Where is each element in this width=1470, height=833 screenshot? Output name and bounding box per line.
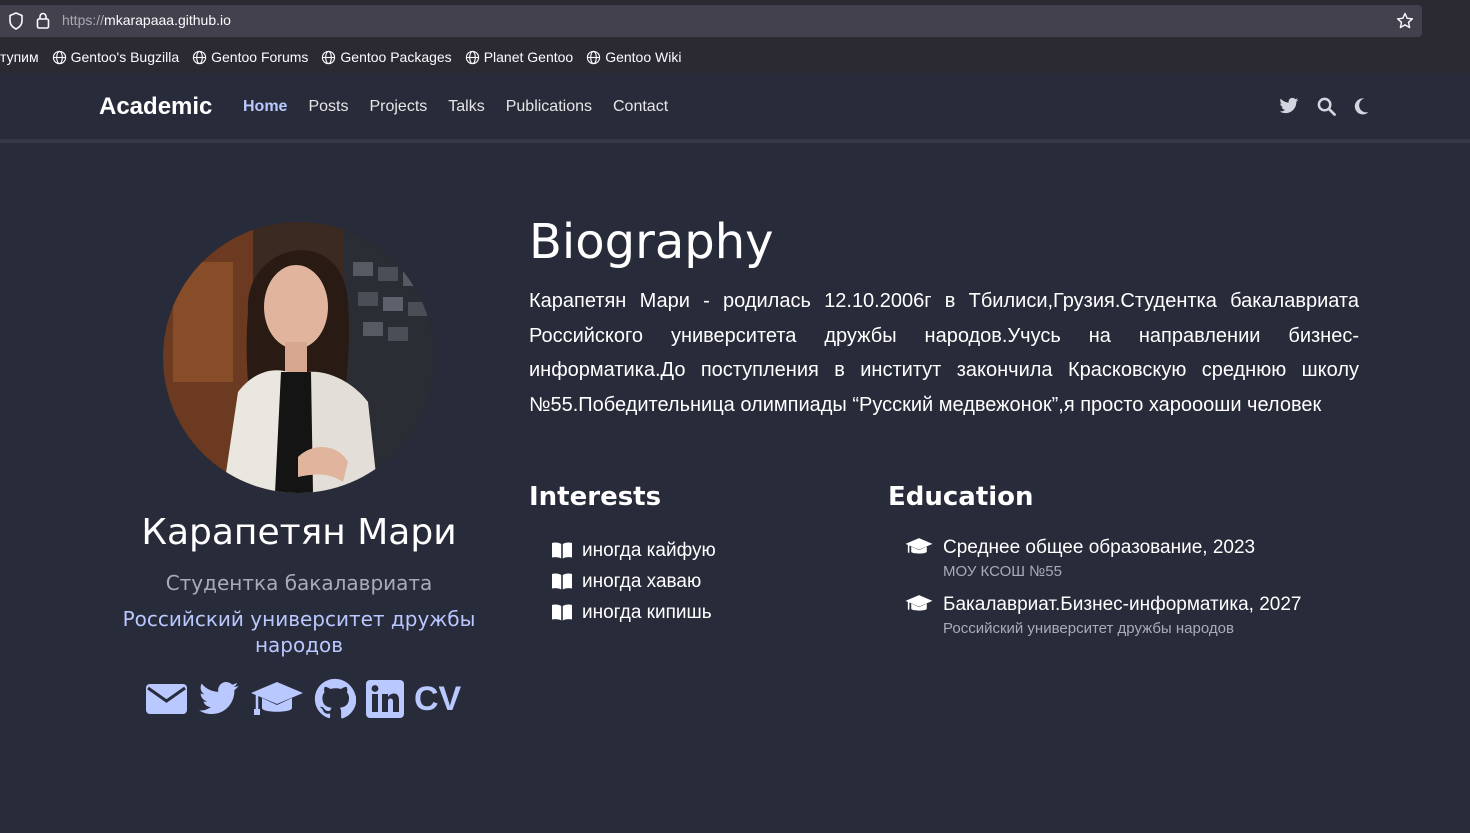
list-item: иногда хаваю bbox=[551, 566, 716, 597]
bookmarks-bar: тупим Gentoo's Bugzilla Gentoo Forums Ge… bbox=[0, 44, 694, 70]
education-institution: МОУ КСОШ №55 bbox=[943, 563, 1062, 580]
globe-icon bbox=[52, 50, 66, 64]
url-bar[interactable]: https://mkarapaaa.github.io bbox=[0, 5, 1422, 37]
book-icon bbox=[552, 573, 572, 590]
url-text[interactable]: https://mkarapaaa.github.io bbox=[62, 12, 231, 28]
interests-title: Interests bbox=[529, 482, 662, 512]
star-icon[interactable] bbox=[1396, 12, 1414, 30]
biography-text: Карапетян Мари - родилась 12.10.2006г в … bbox=[529, 290, 1359, 416]
envelope-icon[interactable] bbox=[145, 682, 188, 716]
bookmark-label: Gentoo Forums bbox=[211, 49, 309, 65]
nav-icons bbox=[1279, 97, 1370, 116]
nav-home[interactable]: Home bbox=[243, 98, 287, 116]
nav-links: Home Posts Projects Talks Publications C… bbox=[243, 98, 689, 116]
site-navbar: Academic Home Posts Projects Talks Publi… bbox=[0, 73, 1470, 143]
education-title: Education bbox=[888, 482, 1034, 512]
graduation-cap-icon bbox=[905, 538, 933, 554]
moon-icon[interactable] bbox=[1354, 97, 1370, 115]
bookmark-label: Planet Gentoo bbox=[483, 49, 574, 65]
globe-icon bbox=[587, 50, 601, 64]
list-item: иногда кипишь bbox=[551, 597, 716, 628]
book-icon bbox=[552, 604, 572, 621]
profile-role: Студентка бакалавриата bbox=[165, 571, 433, 595]
list-item: Среднее общее образование, 2023 МОУ КСОШ… bbox=[905, 535, 1302, 583]
globe-icon bbox=[322, 50, 336, 64]
nav-talks[interactable]: Talks bbox=[448, 98, 484, 116]
shield-icon[interactable] bbox=[8, 12, 24, 30]
interest-label: иногда кипишь bbox=[582, 601, 712, 623]
bookmark-label: тупим bbox=[0, 49, 39, 65]
nav-posts[interactable]: Posts bbox=[308, 98, 348, 116]
lock-icon[interactable] bbox=[36, 12, 50, 29]
twitter-icon[interactable] bbox=[198, 681, 240, 717]
search-icon[interactable] bbox=[1317, 97, 1336, 116]
book-icon bbox=[552, 542, 572, 559]
graduation-cap-icon bbox=[905, 595, 933, 611]
profile-organization[interactable]: Российский университет дружбы народов bbox=[99, 606, 499, 658]
bookmark-item[interactable]: Gentoo Forums bbox=[192, 49, 308, 65]
url-host: mkarapaaa.github.io bbox=[104, 12, 231, 28]
education-course: Бакалавриат.Бизнес-информатика, 2027 bbox=[943, 594, 1302, 615]
bookmark-label: Gentoo Wiki bbox=[605, 49, 682, 65]
interest-label: иногда хаваю bbox=[582, 570, 702, 592]
nav-publications[interactable]: Publications bbox=[506, 98, 592, 116]
linkedin-icon[interactable] bbox=[366, 680, 404, 718]
list-item: иногда кайфую bbox=[551, 535, 716, 566]
biography-title: Biography bbox=[529, 214, 774, 270]
bookmark-label: Gentoo Packages bbox=[340, 49, 452, 65]
nav-projects[interactable]: Projects bbox=[369, 98, 427, 116]
bookmark-item[interactable]: тупим bbox=[0, 49, 39, 65]
cv-link[interactable]: CV bbox=[414, 679, 461, 719]
graduation-cap-icon[interactable] bbox=[250, 680, 304, 718]
nav-contact[interactable]: Contact bbox=[613, 98, 668, 116]
twitter-icon[interactable] bbox=[1279, 97, 1299, 115]
education-list: Среднее общее образование, 2023 МОУ КСОШ… bbox=[905, 535, 1302, 649]
bookmark-label: Gentoo's Bugzilla bbox=[70, 49, 180, 65]
social-links: CV bbox=[145, 678, 461, 720]
list-item: Бакалавриат.Бизнес-информатика, 2027 Рос… bbox=[905, 592, 1302, 640]
bookmark-item[interactable]: Gentoo Wiki bbox=[586, 49, 681, 65]
profile-name: Карапетян Мари bbox=[141, 512, 457, 553]
bookmark-item[interactable]: Gentoo's Bugzilla bbox=[52, 49, 180, 65]
github-icon[interactable] bbox=[314, 678, 356, 720]
globe-icon bbox=[465, 50, 479, 64]
url-protocol: https:// bbox=[62, 12, 105, 28]
browser-toolbar: https://mkarapaaa.github.io тупим Gentoo… bbox=[0, 0, 1470, 73]
globe-icon bbox=[192, 50, 207, 64]
interest-label: иногда кайфую bbox=[582, 539, 716, 561]
avatar bbox=[163, 222, 434, 493]
site-brand[interactable]: Academic bbox=[99, 93, 212, 121]
bookmark-item[interactable]: Planet Gentoo bbox=[465, 49, 574, 65]
interests-list: иногда кайфую иногда хаваю иногда кипишь bbox=[551, 535, 716, 628]
education-course: Среднее общее образование, 2023 bbox=[943, 537, 1256, 558]
education-institution: Российский университет дружбы народов bbox=[943, 620, 1234, 637]
bookmark-item[interactable]: Gentoo Packages bbox=[321, 49, 452, 65]
avatar-photo bbox=[163, 222, 434, 493]
